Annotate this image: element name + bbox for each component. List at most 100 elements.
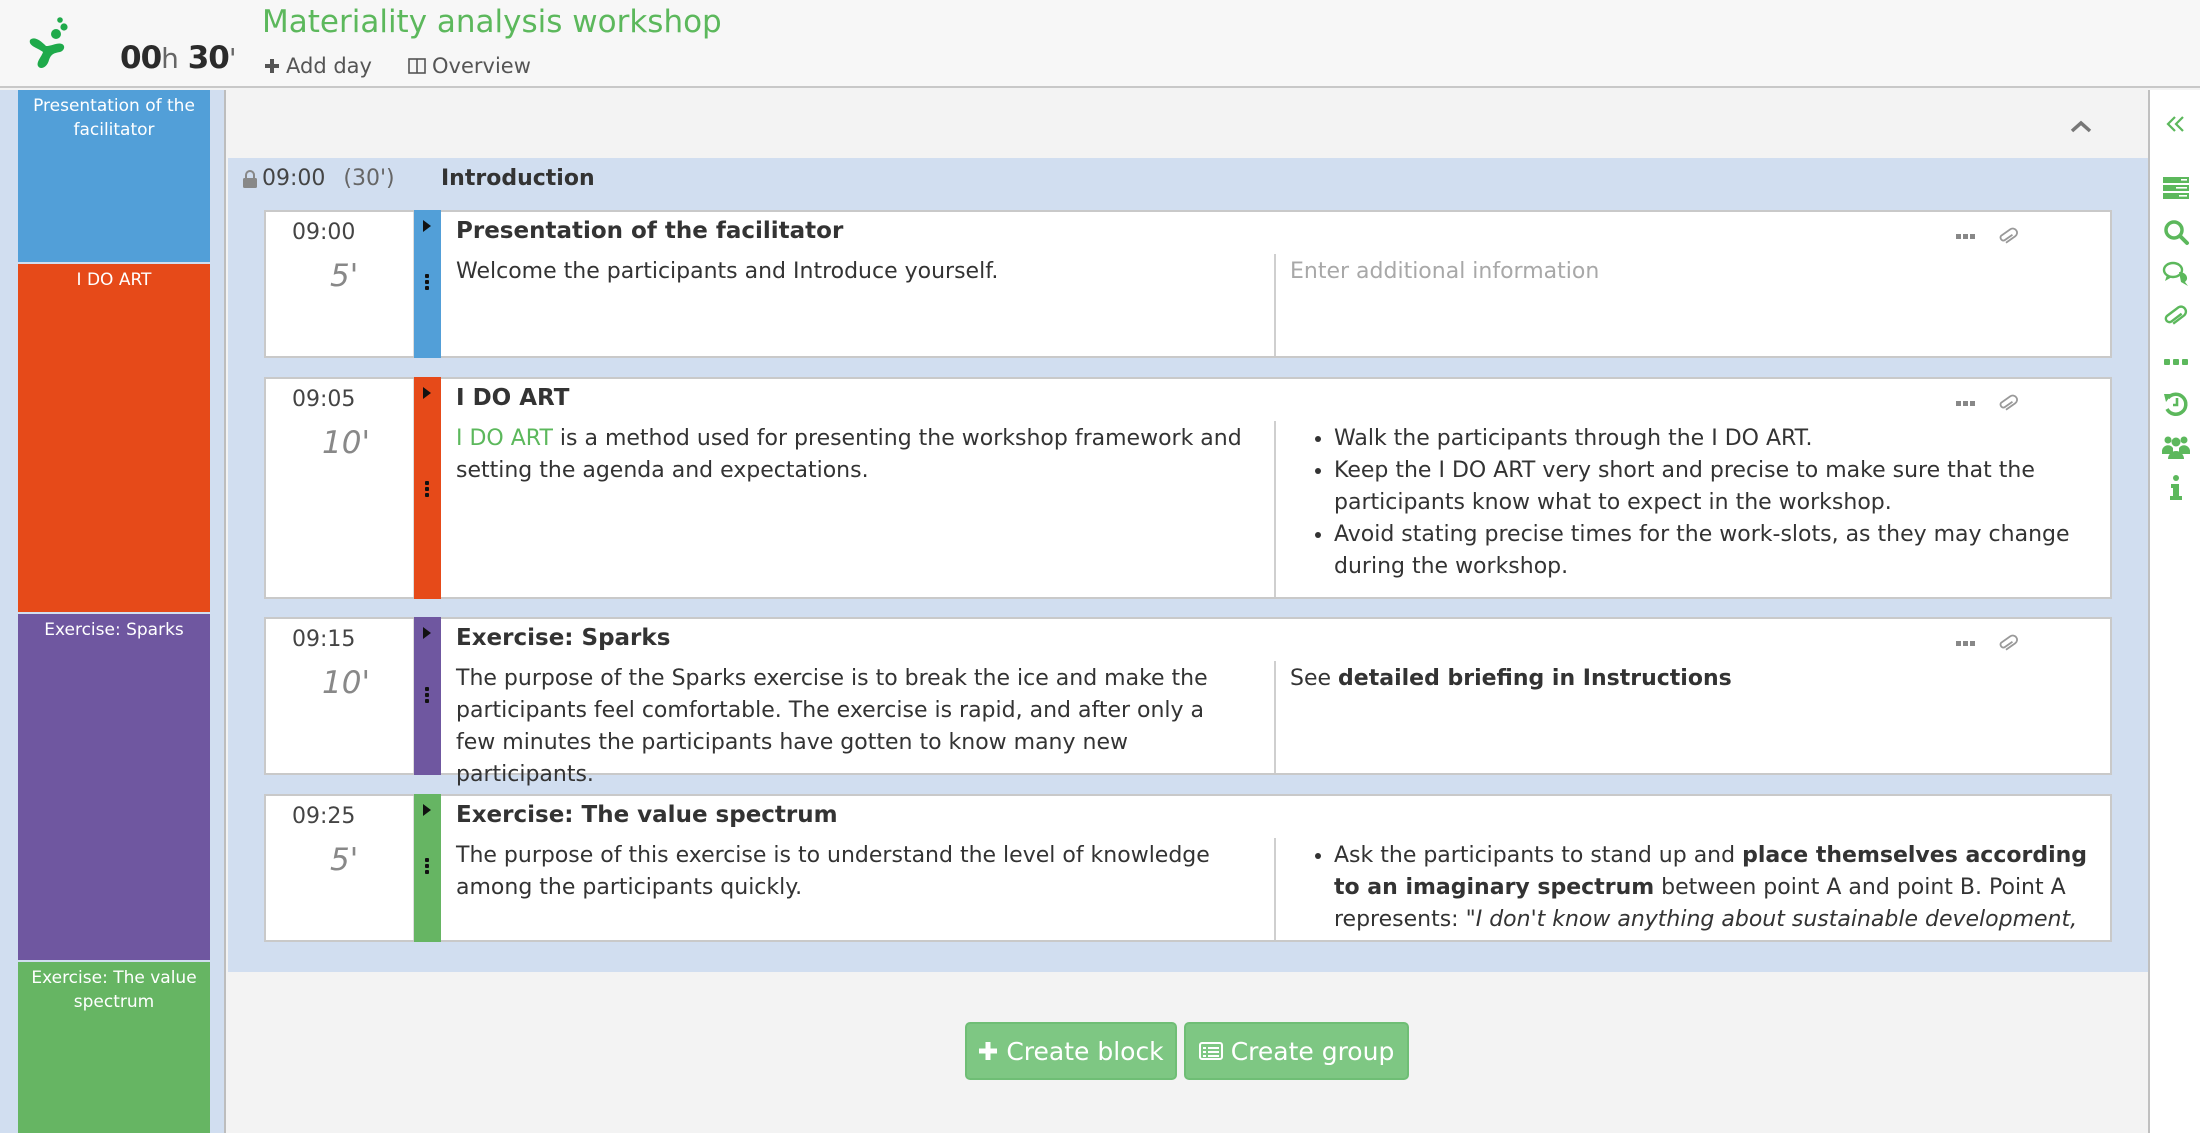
block-actions [1956,633,2018,655]
collapse-panel-icon[interactable] [2162,110,2190,138]
create-group-button[interactable]: Create group [1184,1022,1409,1080]
info-bullet: Walk the participants through the I DO A… [1334,423,2105,455]
block-duration[interactable]: 10' [322,665,370,701]
history-icon[interactable] [2162,390,2190,418]
additional-info-field[interactable]: Ask the participants to stand up and pla… [1290,840,2105,940]
column-divider [1274,661,1276,773]
create-group-label: Create group [1230,1036,1395,1066]
plus-icon [979,1042,998,1060]
block-start-time[interactable]: 09:25 [292,804,355,829]
block-title[interactable]: Exercise: The value spectrum [456,802,838,828]
block-description[interactable]: The purpose of this exercise is to under… [456,840,1246,904]
block-color-strip [414,794,441,942]
block-actions [1956,226,2018,248]
app-header: 00h 30' Materiality analysis workshop Ad… [0,0,2200,88]
block-start-time[interactable]: 09:00 [292,220,355,245]
comments-icon[interactable] [2162,260,2190,288]
sidebar-item-value-spectrum[interactable]: Exercise: The value spectrum [18,962,210,1133]
overview-button[interactable]: Overview [408,54,531,78]
expand-triangle-icon[interactable] [423,387,431,399]
attachment-icon[interactable] [1998,226,2018,248]
group-title[interactable]: Introduction [441,166,595,191]
agenda-block[interactable]: 09:15 10' Exercise: Sparks The purpose o… [264,617,2112,787]
timer-minutes-unit: ' [228,42,237,75]
workshop-title[interactable]: Materiality analysis workshop [262,4,722,40]
agenda-main: 09:00 (30') Introduction 09:00 5' Presen… [228,90,2148,1133]
create-block-button[interactable]: Create block [965,1022,1177,1080]
block-color-strip [414,210,441,358]
block-description[interactable]: I DO ART is a method used for presenting… [456,423,1246,487]
drag-handle-icon[interactable] [425,687,430,705]
collapse-row [228,90,2148,158]
more-options-icon[interactable] [1956,400,1976,408]
sidebar-item-label: I DO ART [76,270,152,290]
drag-handle-icon[interactable] [425,274,430,292]
timer-minutes: 30 [187,40,230,76]
sidebar-item-label: Exercise: The value spectrum [31,968,197,1012]
agenda-block[interactable]: 09:25 5' Exercise: The value spectrum Th… [264,794,2112,942]
instructions-reference: detailed briefing in Instructions [1338,666,1732,691]
agenda-icon[interactable] [2162,174,2190,202]
expand-triangle-icon[interactable] [423,627,431,639]
block-description[interactable]: Welcome the participants and Introduce y… [456,256,1246,288]
info-list: Walk the participants through the I DO A… [1290,423,2105,583]
drag-handle-icon[interactable] [425,858,430,876]
additional-info-field[interactable]: See detailed briefing in Instructions [1290,663,2105,695]
sidebar-item-presentation[interactable]: Presentation of the facilitator [18,90,210,262]
info-prefix: See [1290,666,1339,691]
block-time-column: 09:15 10' [266,619,414,773]
block-group: 09:00 (30') Introduction 09:00 5' Presen… [228,158,2148,972]
timeline-sidebar: Presentation of the facilitator I DO ART… [0,90,226,1133]
group-start-time: 09:00 [262,166,326,191]
column-divider [1274,838,1276,940]
attachment-icon[interactable] [1998,393,2018,415]
attachment-icon[interactable] [1998,633,2018,655]
block-start-time[interactable]: 09:05 [292,387,355,412]
block-duration[interactable]: 5' [330,258,358,294]
sidebar-item-i-do-art[interactable]: I DO ART [18,264,210,612]
chevron-up-icon[interactable] [2066,112,2096,142]
overview-label: Overview [432,54,531,78]
block-actions [1956,393,2018,415]
info-bullet: Avoid stating precise times for the work… [1334,519,2105,583]
timer-hours-unit: h [161,42,179,75]
column-divider [1274,421,1276,597]
expand-triangle-icon[interactable] [423,804,431,816]
block-title[interactable]: I DO ART [456,385,569,411]
app-logo-icon[interactable] [24,16,80,72]
sidebar-item-label: Exercise: Sparks [44,620,184,640]
info-icon[interactable] [2162,474,2190,502]
info-list: Ask the participants to stand up and pla… [1290,840,2105,940]
agenda-block[interactable]: 09:05 10' I DO ART I DO ART is a method … [264,377,2112,599]
bullet-text: Ask the participants to stand up and [1334,843,1743,868]
list-alt-icon [1198,1042,1223,1060]
more-options-icon[interactable] [1956,233,1976,241]
drag-handle-icon[interactable] [425,481,430,499]
add-day-button[interactable]: Add day [264,54,372,78]
block-time-column: 09:05 10' [266,379,414,597]
i-do-art-link[interactable]: I DO ART [456,426,553,451]
sidebar-item-sparks[interactable]: Exercise: Sparks [18,614,210,960]
expand-triangle-icon[interactable] [423,220,431,232]
block-duration[interactable]: 10' [322,425,370,461]
additional-info-field[interactable]: Walk the participants through the I DO A… [1290,423,2105,583]
group-time: 09:00 (30') [242,166,395,191]
block-title[interactable]: Presentation of the facilitator [456,218,843,244]
block-duration[interactable]: 5' [330,842,358,878]
more-icon[interactable] [2162,348,2190,376]
search-icon[interactable] [2162,218,2190,246]
participants-icon[interactable] [2162,432,2190,460]
add-day-label: Add day [286,54,372,78]
sidebar-item-label: Presentation of the facilitator [33,96,195,140]
attachment-icon[interactable] [2162,304,2190,332]
group-duration: (30') [343,166,395,191]
additional-info-field[interactable]: Enter additional information [1290,256,2105,288]
agenda-block[interactable]: 09:00 5' Presentation of the facilitator… [264,210,2112,358]
block-time-column: 09:25 5' [266,796,414,940]
lock-icon[interactable] [242,169,258,188]
block-description[interactable]: The purpose of the Sparks exercise is to… [456,663,1246,791]
block-title[interactable]: Exercise: Sparks [456,625,670,651]
more-options-icon[interactable] [1956,640,1976,648]
block-color-strip [414,617,441,775]
block-start-time[interactable]: 09:15 [292,627,355,652]
